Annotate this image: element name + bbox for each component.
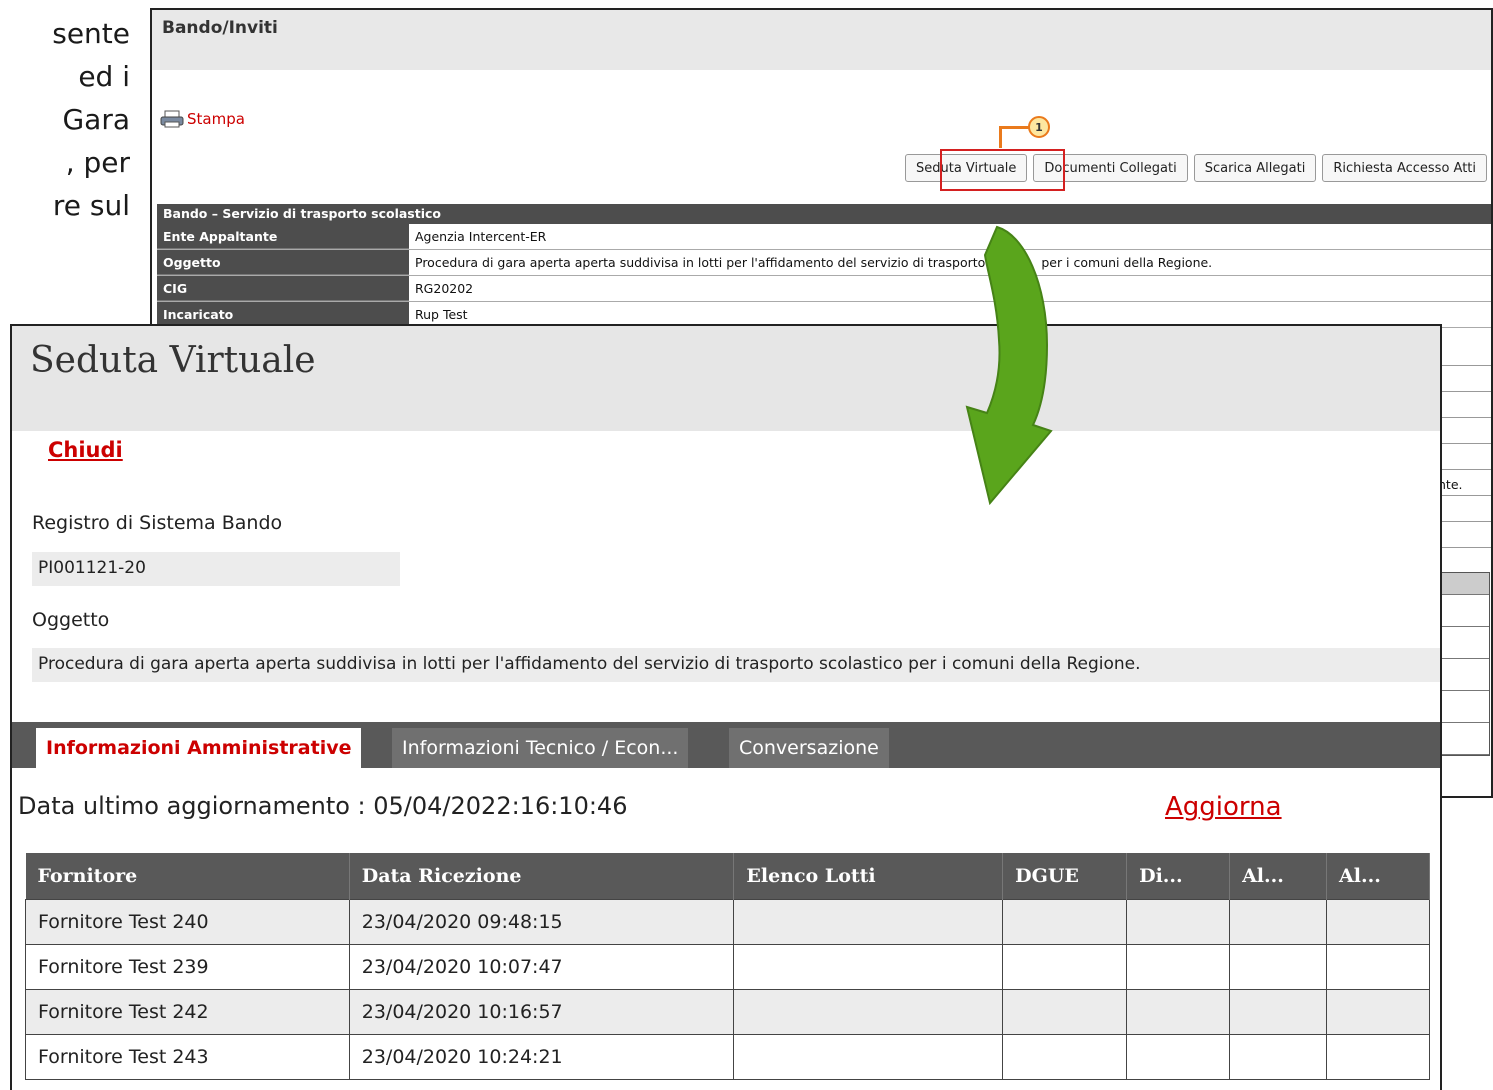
column-header[interactable]: Data Ricezione: [349, 853, 735, 899]
text-line: , per: [65, 146, 130, 179]
data-ricezione-cell: 23/04/2020 09:48:15: [348, 898, 735, 945]
table-row[interactable]: Fornitore Test 242 23/04/2020 10:16:57: [25, 988, 1430, 1035]
registro-label: Registro di Sistema Bando: [32, 512, 283, 534]
column-header[interactable]: Al...: [1229, 853, 1328, 899]
fornitore-cell: Fornitore Test 242: [25, 988, 350, 1035]
info-row: CIG RG20202: [157, 276, 1491, 302]
text-fragment: nte.: [1438, 470, 1491, 496]
info-value: Procedura di gara aperta aperta suddivis…: [409, 250, 1491, 275]
column-header[interactable]: Fornitore: [25, 853, 350, 899]
stampa-label: Stampa: [187, 110, 245, 128]
info-label: Ente Appaltante: [157, 224, 409, 249]
oggetto-field: Procedura di gara aperta aperta suddivis…: [32, 648, 1440, 682]
text-line: re sul: [52, 189, 130, 222]
oggetto-label: Oggetto: [32, 609, 110, 631]
text-line: ed i: [78, 60, 130, 93]
table-header-row: Fornitore Data Ricezione Elenco Lotti DG…: [25, 853, 1430, 899]
column-header[interactable]: Elenco Lotti: [733, 853, 1004, 899]
window-title: Bando/Inviti: [152, 10, 1491, 70]
background-document-text: sente ed i Gara , per re sul: [0, 0, 130, 330]
registro-field: PI001121-20: [32, 552, 400, 586]
tab-bar: Informazioni Amministrative Informazioni…: [12, 722, 1440, 768]
info-value: RG20202: [409, 276, 1491, 301]
column-header[interactable]: Al...: [1326, 853, 1430, 899]
bando-info-table: Bando – Servizio di trasporto scolastico…: [157, 204, 1491, 328]
background-grid: [1438, 572, 1490, 756]
info-value: Agenzia Intercent-ER: [409, 224, 1491, 249]
info-row: Oggetto Procedura di gara aperta aperta …: [157, 250, 1491, 276]
last-update-text: Data ultimo aggiornamento : 05/04/2022:1…: [18, 792, 628, 820]
highlight-box: [940, 149, 1065, 191]
text-line: Gara: [62, 103, 130, 136]
data-ricezione-cell: 23/04/2020 10:07:47: [348, 943, 735, 990]
background-right-lines: nte.: [1438, 340, 1491, 548]
tab-conversazione[interactable]: Conversazione: [729, 728, 889, 768]
scarica-allegati-button[interactable]: Scarica Allegati: [1193, 154, 1317, 182]
fornitori-table: Fornitore Data Ricezione Elenco Lotti DG…: [25, 853, 1430, 1080]
fornitore-cell: Fornitore Test 240: [25, 898, 350, 945]
text-line: sente: [52, 17, 130, 50]
table-row[interactable]: Fornitore Test 239 23/04/2020 10:07:47: [25, 943, 1430, 990]
stampa-link[interactable]: Stampa: [160, 110, 245, 128]
seduta-virtuale-window: Seduta Virtuale Chiudi Registro di Siste…: [10, 324, 1442, 1090]
callout-connector: [999, 126, 1031, 148]
curved-arrow-icon: [965, 225, 1053, 505]
page-title: Seduta Virtuale: [30, 340, 316, 381]
tab-informazioni-tecnico-economiche[interactable]: Informazioni Tecnico / Econ...: [392, 728, 689, 768]
column-header[interactable]: Di...: [1126, 853, 1231, 899]
column-header[interactable]: DGUE: [1002, 853, 1128, 899]
aggiorna-link[interactable]: Aggiorna: [1165, 792, 1282, 822]
chiudi-link[interactable]: Chiudi: [48, 438, 123, 462]
section-title: Bando – Servizio di trasporto scolastico: [157, 204, 1491, 224]
richiesta-accesso-atti-button[interactable]: Richiesta Accesso Atti: [1322, 154, 1487, 182]
tab-informazioni-amministrative[interactable]: Informazioni Amministrative: [36, 728, 362, 768]
info-row: Ente Appaltante Agenzia Intercent-ER: [157, 224, 1491, 250]
fornitore-cell: Fornitore Test 243: [25, 1033, 350, 1080]
data-ricezione-cell: 23/04/2020 10:16:57: [348, 988, 735, 1035]
info-label: CIG: [157, 276, 409, 301]
printer-icon: [160, 110, 184, 128]
data-ricezione-cell: 23/04/2020 10:24:21: [348, 1033, 735, 1080]
table-row[interactable]: Fornitore Test 243 23/04/2020 10:24:21: [25, 1033, 1430, 1080]
callout-badge: 1: [1028, 116, 1050, 138]
table-row[interactable]: Fornitore Test 240 23/04/2020 09:48:15: [25, 898, 1430, 945]
info-label: Oggetto: [157, 250, 409, 275]
fornitore-cell: Fornitore Test 239: [25, 943, 350, 990]
seduta-header: Seduta Virtuale: [12, 326, 1440, 431]
